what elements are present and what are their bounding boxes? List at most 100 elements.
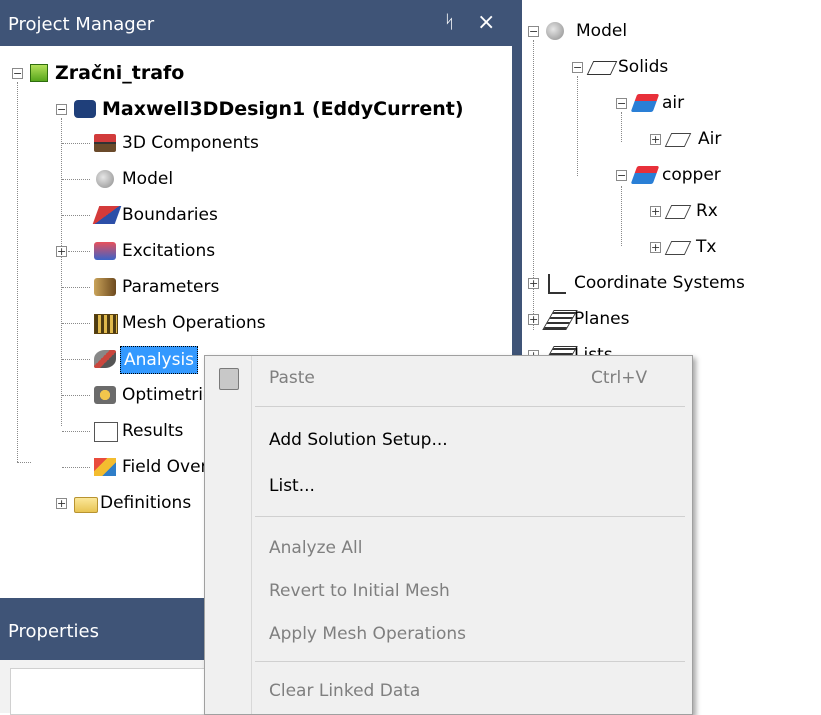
tree-item-model[interactable]: Model — [62, 164, 362, 194]
tree-item-label: copper — [662, 165, 721, 185]
project-manager-title: Project Manager — [8, 14, 155, 35]
tree-line — [62, 323, 90, 324]
tree-item-air[interactable]: + Air — [650, 124, 810, 154]
tree-item-label: Coordinate Systems — [574, 273, 745, 293]
tree-line — [17, 82, 18, 462]
menu-separator — [255, 406, 685, 407]
collapse-icon[interactable]: − — [12, 68, 23, 79]
object-icon — [664, 205, 692, 219]
tree-item-label: Definitions — [100, 493, 192, 513]
close-icon[interactable]: × — [477, 10, 495, 35]
menu-item-clear-linked-data[interactable]: Clear Linked Data — [269, 681, 420, 701]
expand-icon[interactable]: + — [528, 314, 539, 325]
tree-item-rx[interactable]: + Rx — [650, 196, 810, 226]
tree-item-label: Parameters — [122, 277, 220, 297]
project-manager-header: Project Manager ᛋ × — [0, 0, 516, 46]
model-icon — [96, 170, 114, 188]
tree-line — [62, 179, 90, 180]
tree-item-excitations[interactable]: + Excitations — [56, 236, 362, 266]
optimetrics-icon — [94, 386, 116, 404]
expand-icon[interactable]: + — [56, 498, 67, 509]
tree-item-parameters[interactable]: Parameters — [62, 272, 362, 302]
tree-line — [17, 462, 31, 463]
tree-line — [62, 143, 90, 144]
parameters-icon — [94, 278, 116, 296]
menu-icon-gutter — [251, 356, 252, 714]
tree-item-label: Model — [576, 21, 628, 41]
analysis-icon — [94, 350, 116, 368]
design-icon — [74, 100, 96, 118]
tree-item-label: Solids — [618, 57, 669, 77]
expand-icon[interactable]: + — [650, 134, 661, 145]
menu-item-analyze-all[interactable]: Analyze All — [269, 538, 362, 558]
tree-item-label: Tx — [696, 237, 717, 257]
collapse-icon[interactable]: − — [528, 26, 539, 37]
tree-item-tx[interactable]: + Tx — [650, 232, 810, 262]
tree-item-label: Excitations — [122, 241, 216, 261]
field-overlays-icon — [94, 458, 116, 476]
results-icon — [94, 422, 118, 442]
tree-item-label: Mesh Operations — [122, 313, 266, 333]
menu-item-paste[interactable]: Paste — [269, 368, 315, 388]
model-icon — [546, 22, 564, 40]
tree-item-3d-components[interactable]: 3D Components — [62, 128, 362, 158]
tree-item-label-selected: Analysis — [120, 346, 199, 374]
collapse-icon[interactable]: − — [616, 170, 627, 181]
pin-icon[interactable]: ᛋ — [444, 12, 455, 33]
collapse-icon[interactable]: − — [616, 98, 627, 109]
paste-icon — [219, 368, 239, 390]
coordinate-system-icon — [548, 274, 566, 294]
expand-icon[interactable]: + — [650, 242, 661, 253]
tree-item-label: Rx — [696, 201, 718, 221]
tree-item-label: Air — [698, 129, 722, 149]
menu-item-apply-mesh-operations[interactable]: Apply Mesh Operations — [269, 624, 466, 644]
tree-item-design[interactable]: − Maxwell3DDesign1 (EddyCurrent) — [54, 94, 514, 124]
tree-item-planes[interactable]: + Planes — [528, 304, 818, 334]
tree-item-model-root[interactable]: − Model — [528, 16, 818, 46]
menu-separator — [255, 661, 685, 662]
design-label: Maxwell3DDesign1 (EddyCurrent) — [102, 98, 464, 120]
tree-item-coordinate-systems[interactable]: + Coordinate Systems — [528, 268, 821, 298]
tree-item-solids[interactable]: − Solids — [572, 52, 812, 82]
tree-line — [62, 287, 90, 288]
tree-line — [621, 186, 622, 246]
context-menu: Paste Ctrl+V Add Solution Setup... List.… — [204, 355, 693, 715]
tree-item-air-group[interactable]: − air — [616, 88, 816, 118]
properties-title: Properties — [8, 621, 99, 642]
tree-item-label: Results — [122, 421, 184, 441]
menu-item-add-solution-setup[interactable]: Add Solution Setup... — [269, 430, 448, 450]
paste-shortcut: Ctrl+V — [591, 368, 648, 388]
menu-item-list[interactable]: List... — [269, 476, 315, 496]
excitations-icon — [94, 242, 116, 260]
object-icon — [664, 241, 692, 255]
object-icon — [664, 133, 692, 147]
tree-item-copper-group[interactable]: − copper — [616, 160, 816, 190]
tree-line — [62, 395, 90, 396]
menu-item-revert-mesh[interactable]: Revert to Initial Mesh — [269, 581, 450, 601]
tree-line — [68, 251, 90, 252]
project-label: Zračni_trafo — [55, 62, 185, 84]
expand-icon[interactable]: + — [56, 246, 67, 257]
tree-item-label: 3D Components — [122, 133, 259, 153]
tree-item-project[interactable]: − Zračni_trafo — [10, 58, 310, 88]
boundaries-icon — [92, 206, 122, 224]
expand-icon[interactable]: + — [528, 278, 539, 289]
tree-item-label: air — [662, 93, 685, 113]
3d-components-icon — [94, 134, 116, 152]
tree-line — [62, 215, 90, 216]
tree-item-mesh-operations[interactable]: Mesh Operations — [62, 308, 362, 338]
material-icon — [630, 166, 660, 184]
tree-line — [62, 467, 90, 468]
menu-separator — [255, 516, 685, 517]
planes-icon — [542, 310, 578, 330]
material-icon — [630, 94, 660, 112]
collapse-icon[interactable]: − — [56, 104, 67, 115]
tree-item-boundaries[interactable]: Boundaries — [62, 200, 362, 230]
tree-item-label: Planes — [574, 309, 630, 329]
tree-item-label: Model — [122, 169, 174, 189]
tree-line — [62, 431, 90, 432]
tree-line — [577, 76, 578, 176]
expand-icon[interactable]: + — [650, 206, 661, 217]
project-icon — [30, 64, 48, 82]
collapse-icon[interactable]: − — [572, 62, 583, 73]
